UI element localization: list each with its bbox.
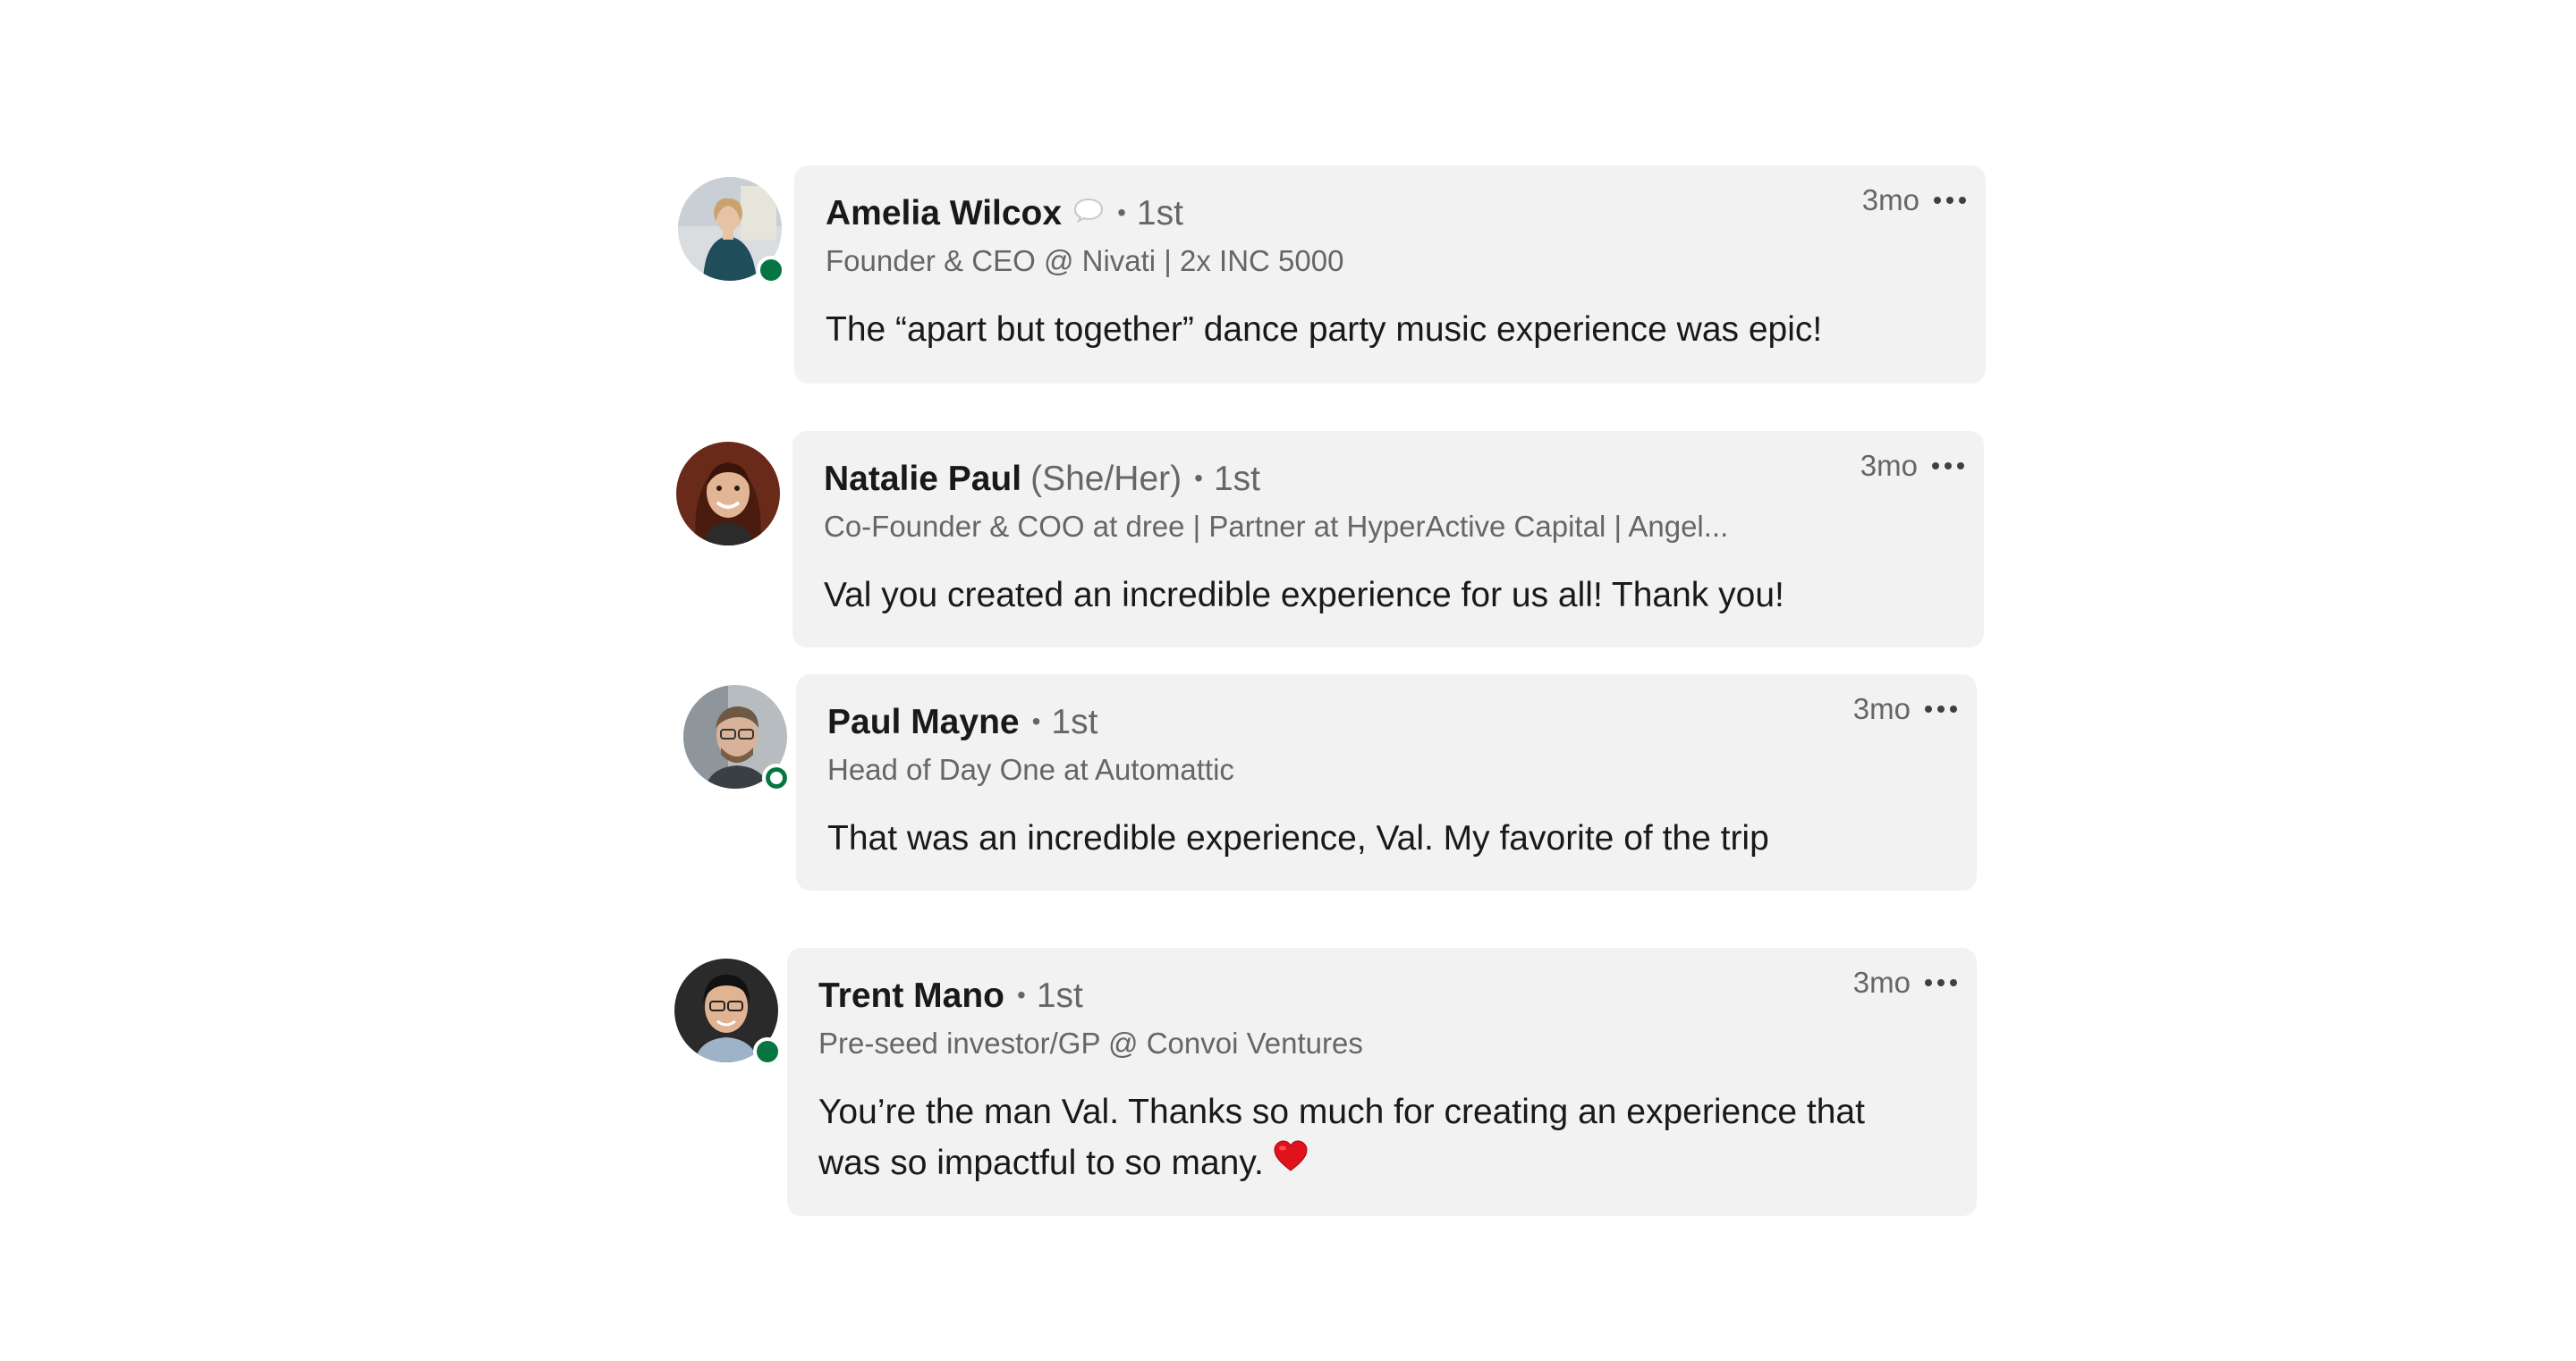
separator-dot: •: [1031, 706, 1041, 735]
connection-degree: 1st: [1213, 460, 1260, 498]
comment-header: Trent Mano • 1st: [818, 973, 1083, 1021]
connection-degree: 1st: [1051, 703, 1098, 741]
commenter-name[interactable]: Paul Mayne: [827, 703, 1020, 741]
commenter-name[interactable]: Amelia Wilcox: [826, 194, 1062, 232]
comment-meta: 3mo: [1853, 692, 1957, 726]
separator-dot: •: [1017, 980, 1026, 1009]
comment-text-line: You’re the man Val. Thanks so much for c…: [818, 1093, 1865, 1131]
comment-timestamp: 3mo: [1860, 449, 1918, 482]
red-heart-icon: [1273, 1136, 1309, 1187]
speech-bubble-icon: [1072, 189, 1105, 235]
comment-text: You’re the man Val. Thanks so much for c…: [818, 1086, 1865, 1190]
more-options-icon[interactable]: [1934, 193, 1966, 207]
connection-degree: 1st: [1036, 976, 1083, 1015]
avatar[interactable]: [676, 442, 780, 545]
comment-text-line: was so impactful to so many.: [818, 1137, 1865, 1190]
comment-timestamp: 3mo: [1852, 966, 1911, 999]
more-options-icon[interactable]: [1932, 459, 1964, 473]
more-options-icon[interactable]: [1925, 702, 1957, 716]
comment-header: Natalie Paul (She/Her) • 1st: [824, 456, 1260, 504]
comment-meta: 3mo: [1853, 966, 1957, 1000]
commenter-headline: Head of Day One at Automattic: [827, 753, 1234, 786]
comment-meta: 3mo: [1862, 183, 1966, 217]
comment-meta: 3mo: [1860, 449, 1964, 483]
comment-bubble: Trent Mano • 1st Pre-seed investor/GP @ Co…: [787, 948, 1977, 1216]
separator-dot: •: [1117, 198, 1126, 226]
comment-text-segment: was so impactful to so many.: [818, 1144, 1264, 1182]
comment-text: The “apart but together” dance party mus…: [826, 310, 1823, 349]
commenter-pronouns: (She/Her): [1030, 460, 1182, 498]
online-status-indicator: [757, 256, 785, 284]
more-options-icon[interactable]: [1925, 976, 1957, 990]
comment-bubble: Amelia Wilcox • 1st Founder & CEO @ Nivati…: [794, 165, 1986, 384]
separator-dot: •: [1194, 463, 1203, 492]
online-status-indicator: [762, 764, 791, 792]
connection-degree: 1st: [1136, 194, 1183, 232]
commenter-name[interactable]: Natalie Paul: [824, 460, 1021, 498]
comment-timestamp: 3mo: [1861, 183, 1919, 216]
comment-bubble: Natalie Paul (She/Her) • 1st Co-Founder & C…: [792, 431, 1984, 647]
online-status-indicator: [753, 1037, 782, 1066]
commenter-name[interactable]: Trent Mano: [818, 976, 1004, 1015]
commenter-headline: Founder & CEO @ Nivati | 2x INC 5000: [826, 244, 1344, 277]
comment-header: Paul Mayne • 1st: [827, 699, 1097, 748]
comment-header: Amelia Wilcox • 1st: [826, 190, 1183, 239]
comment-text: That was an incredible experience, Val. …: [827, 819, 1769, 858]
comment-text: Val you created an incredible experience…: [824, 576, 1784, 614]
comment-bubble: Paul Mayne • 1st Head of Day One at Automa…: [796, 674, 1977, 891]
commenter-headline: Co-Founder & COO at dree | Partner at Hy…: [824, 510, 1729, 543]
commenter-headline: Pre-seed investor/GP @ Convoi Ventures: [818, 1027, 1363, 1060]
comment-timestamp: 3mo: [1852, 692, 1911, 725]
